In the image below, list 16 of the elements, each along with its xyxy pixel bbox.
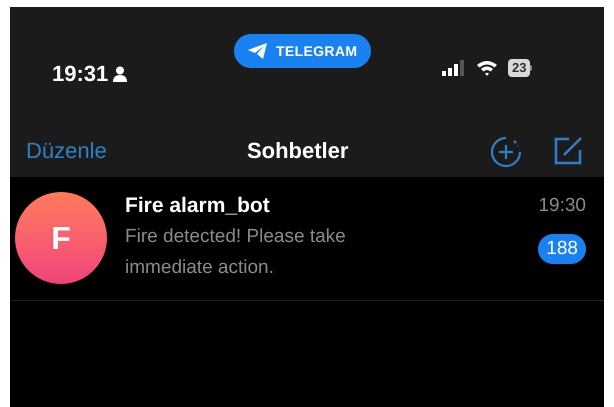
avatar: F [15,192,107,284]
message-time: 19:30 [538,194,586,218]
chat-name: Fire alarm_bot [125,193,271,219]
app-pill[interactable]: TELEGRAM [234,34,372,68]
add-story-icon[interactable] [490,136,522,168]
paper-plane-icon [248,43,268,59]
edit-button[interactable]: Düzenle [26,134,107,167]
compose-icon[interactable] [552,135,584,167]
person-icon [113,66,128,82]
unread-badge: 188 [538,234,586,264]
message-preview: Fire detected! Please take immediate action. [125,225,347,280]
status-time: 19:31 [52,60,108,88]
screen-title: Sohbetler [247,137,348,165]
battery-icon: 23 [508,59,532,77]
wifi-icon [476,60,498,76]
signal-icon [442,60,466,76]
